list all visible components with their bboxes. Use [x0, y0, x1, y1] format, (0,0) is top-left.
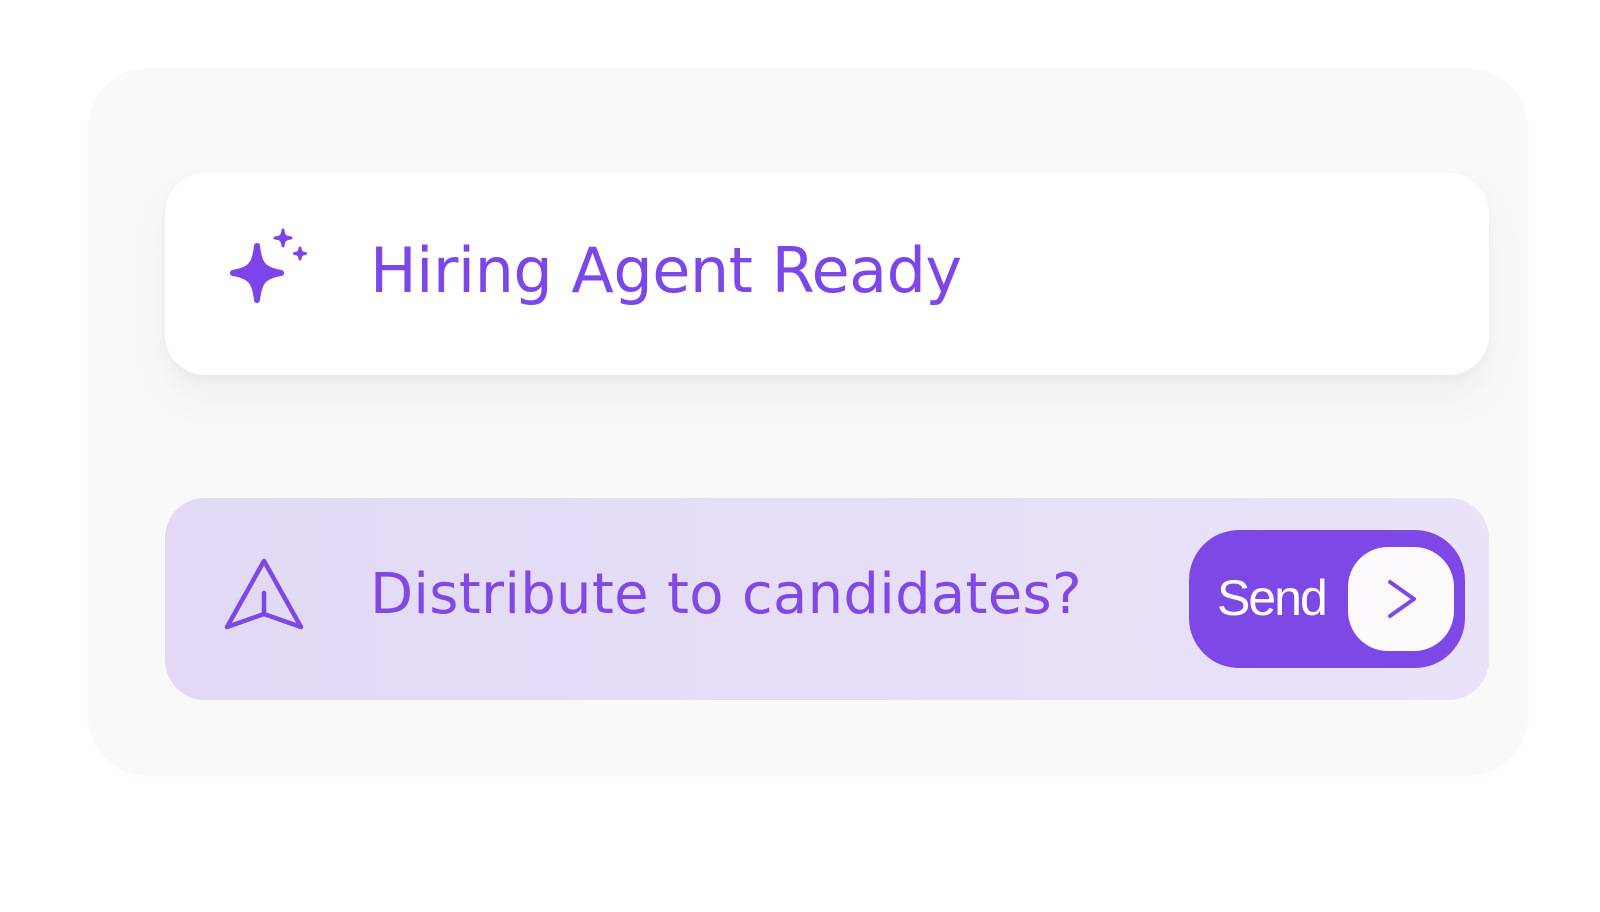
send-button-label: Send — [1217, 570, 1328, 626]
chevron-right-icon — [1388, 580, 1416, 618]
distribute-prompt-text: Distribute to candidates? — [370, 562, 1083, 627]
send-arrow-icon — [224, 558, 304, 630]
distribute-prompt-card: Distribute to candidates? Send — [165, 498, 1489, 700]
status-title: Hiring Agent Ready — [370, 234, 962, 307]
send-button[interactable]: Send — [1189, 530, 1465, 668]
status-card: Hiring Agent Ready — [165, 173, 1489, 375]
send-chevron-box[interactable] — [1348, 547, 1454, 651]
sparkle-icon — [230, 228, 307, 303]
